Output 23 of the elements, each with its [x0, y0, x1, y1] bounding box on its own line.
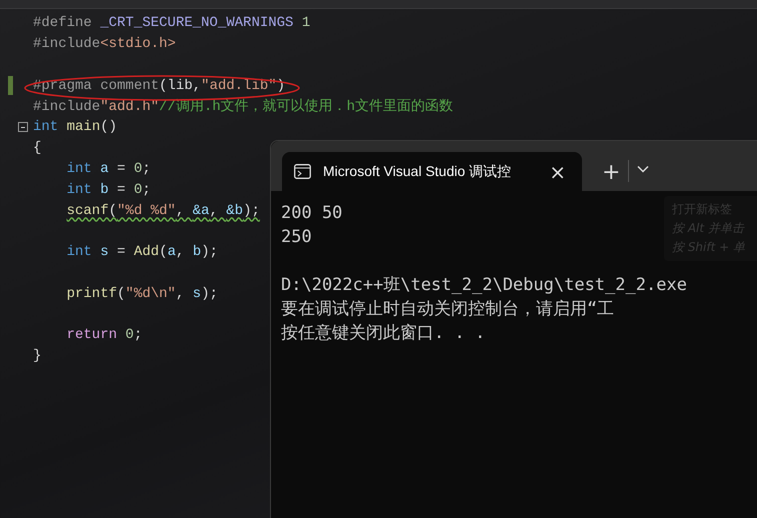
code-line: int main(): [33, 118, 118, 138]
code-line: {: [33, 139, 42, 158]
code-line: #define _CRT_SECURE_NO_WARNINGS 1: [33, 14, 310, 34]
code-line: int a = 0;: [66, 160, 151, 179]
console-output-line: 要在调试停止时自动关闭控制台，请启用“工: [281, 298, 614, 321]
tab-title: Microsoft Visual Studio 调试控: [323, 162, 512, 181]
collapse-icon[interactable]: [18, 122, 28, 132]
code-line: scanf("%d %d", &a, &b);: [66, 202, 260, 221]
code-line: }: [33, 347, 42, 366]
close-tab-button[interactable]: ×: [545, 162, 570, 182]
code-line: printf("%d\n", s);: [66, 284, 218, 304]
code-line: return 0;: [66, 326, 142, 346]
terminal-icon: [294, 164, 311, 179]
code-line: #include<stdio.h>: [33, 35, 176, 54]
chevron-down-icon: [637, 164, 650, 173]
new-tab-button[interactable]: +: [594, 162, 628, 184]
console-output-line: 250: [281, 226, 312, 249]
console-output-line: 200 50: [281, 202, 342, 225]
console-output-line: D:\2022c++班\test_2_2\Debug\test_2_2.exe: [281, 274, 687, 297]
console-tab[interactable]: Microsoft Visual Studio 调试控 ×: [282, 152, 582, 191]
console-output-line: 按任意键关闭此窗口. . .: [281, 322, 486, 345]
code-line: int s = Add(a, b);: [66, 243, 218, 262]
code-line: int b = 0;: [66, 180, 151, 200]
